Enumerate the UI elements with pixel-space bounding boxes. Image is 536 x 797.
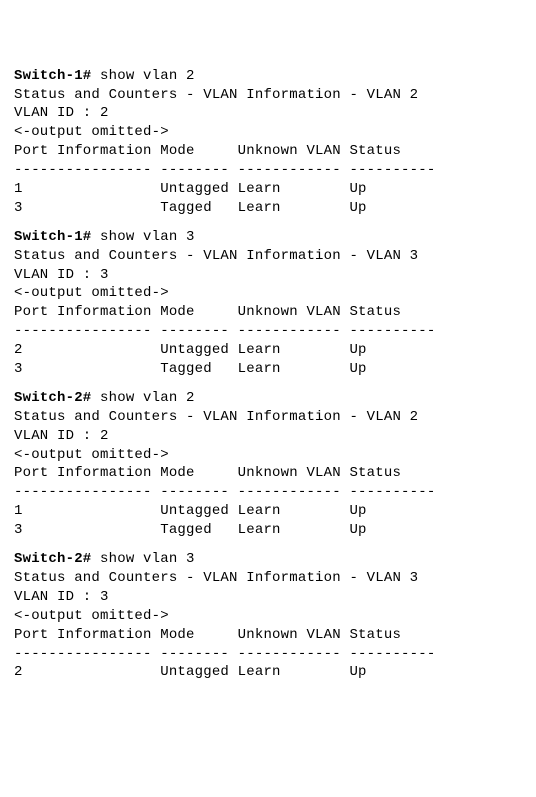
table-divider: ---------------- -------- ------------ -… — [14, 322, 522, 341]
prompt-command: show vlan 3 — [91, 551, 194, 567]
prompt-command: show vlan 3 — [91, 229, 194, 245]
vlan-id-line: VLAN ID : 3 — [14, 266, 522, 285]
prompt-host: Switch-1# — [14, 229, 91, 245]
status-title: Status and Counters - VLAN Information -… — [14, 247, 522, 266]
table-row: 3 Tagged Learn Up — [14, 360, 522, 379]
table-row: 1 Untagged Learn Up — [14, 180, 522, 199]
prompt-host: Switch-2# — [14, 390, 91, 406]
vlan-id-line: VLAN ID : 2 — [14, 104, 522, 123]
status-title: Status and Counters - VLAN Information -… — [14, 86, 522, 105]
prompt-host: Switch-1# — [14, 68, 91, 84]
vlan-output-block: Switch-2# show vlan 3Status and Counters… — [14, 550, 522, 682]
prompt-command: show vlan 2 — [91, 68, 194, 84]
table-divider: ---------------- -------- ------------ -… — [14, 161, 522, 180]
output-omitted: <-output omitted-> — [14, 446, 522, 465]
table-row: 2 Untagged Learn Up — [14, 341, 522, 360]
table-row: 1 Untagged Learn Up — [14, 502, 522, 521]
table-divider: ---------------- -------- ------------ -… — [14, 483, 522, 502]
table-row: 3 Tagged Learn Up — [14, 199, 522, 218]
command-prompt-line: Switch-1# show vlan 3 — [14, 228, 522, 247]
table-header: Port Information Mode Unknown VLAN Statu… — [14, 303, 522, 322]
table-header: Port Information Mode Unknown VLAN Statu… — [14, 626, 522, 645]
output-omitted: <-output omitted-> — [14, 607, 522, 626]
command-prompt-line: Switch-2# show vlan 2 — [14, 389, 522, 408]
status-title: Status and Counters - VLAN Information -… — [14, 408, 522, 427]
output-omitted: <-output omitted-> — [14, 284, 522, 303]
output-omitted: <-output omitted-> — [14, 123, 522, 142]
vlan-id-line: VLAN ID : 3 — [14, 588, 522, 607]
vlan-output-block: Switch-1# show vlan 3Status and Counters… — [14, 228, 522, 379]
table-header: Port Information Mode Unknown VLAN Statu… — [14, 464, 522, 483]
command-prompt-line: Switch-1# show vlan 2 — [14, 67, 522, 86]
table-row: 2 Untagged Learn Up — [14, 663, 522, 682]
prompt-command: show vlan 2 — [91, 390, 194, 406]
command-prompt-line: Switch-2# show vlan 3 — [14, 550, 522, 569]
table-divider: ---------------- -------- ------------ -… — [14, 645, 522, 664]
status-title: Status and Counters - VLAN Information -… — [14, 569, 522, 588]
prompt-host: Switch-2# — [14, 551, 91, 567]
vlan-id-line: VLAN ID : 2 — [14, 427, 522, 446]
table-row: 3 Tagged Learn Up — [14, 521, 522, 540]
table-header: Port Information Mode Unknown VLAN Statu… — [14, 142, 522, 161]
terminal-output: Switch-1# show vlan 2Status and Counters… — [14, 67, 522, 683]
vlan-output-block: Switch-1# show vlan 2Status and Counters… — [14, 67, 522, 218]
vlan-output-block: Switch-2# show vlan 2Status and Counters… — [14, 389, 522, 540]
